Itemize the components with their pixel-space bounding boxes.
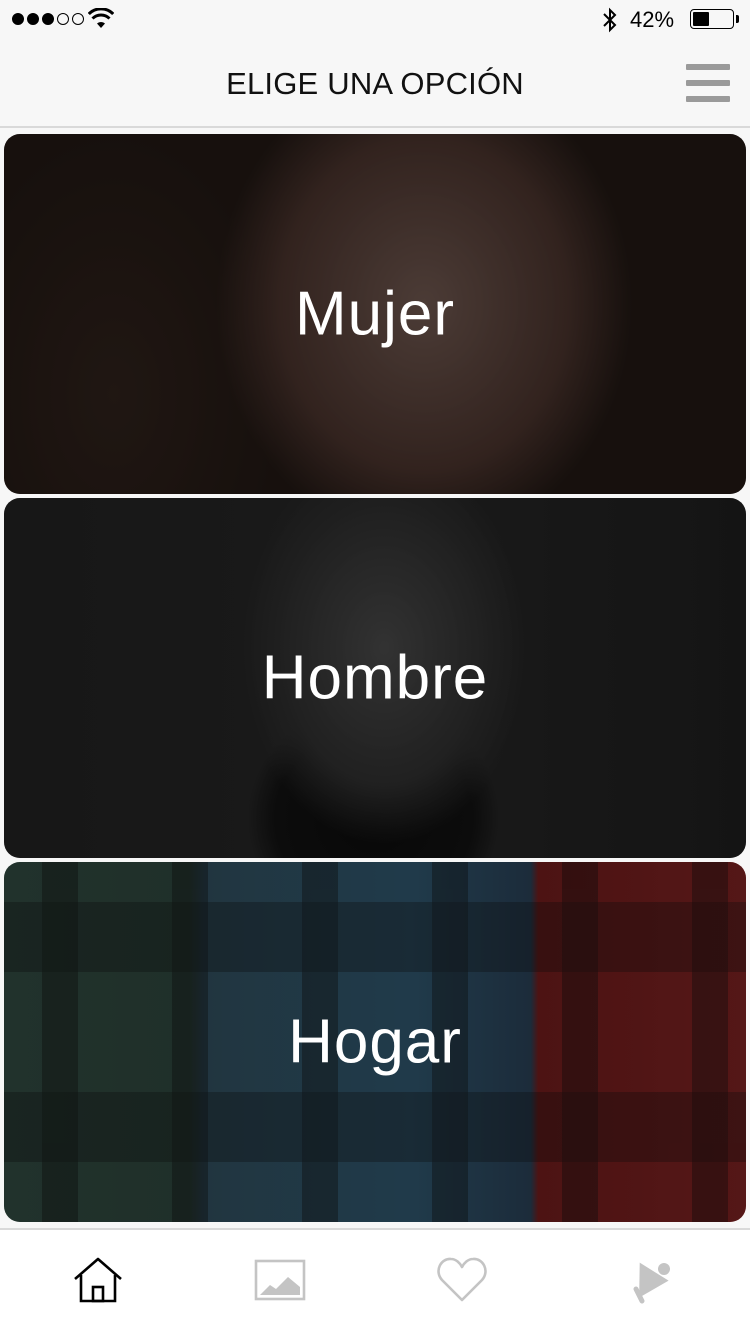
home-icon <box>74 1257 122 1303</box>
battery-icon <box>690 9 739 29</box>
megaphone-icon <box>633 1262 670 1304</box>
option-card-hogar[interactable]: Hogar <box>4 862 746 1222</box>
option-card-hombre[interactable]: Hombre <box>4 498 746 858</box>
heart-icon <box>437 1257 487 1302</box>
tab-favorites[interactable] <box>434 1254 490 1306</box>
battery-percentage: 42% <box>630 7 675 32</box>
wifi-icon <box>88 8 114 28</box>
option-label-hogar: Hogar <box>288 1007 462 1077</box>
hamburger-menu-icon[interactable] <box>686 64 730 102</box>
cellular-signal-icon <box>12 13 84 25</box>
tab-gallery[interactable] <box>252 1254 308 1306</box>
option-label-hombre: Hombre <box>261 643 489 713</box>
option-card-mujer[interactable]: Mujer <box>4 134 746 494</box>
image-icon <box>254 1259 306 1301</box>
option-label-mujer: Mujer <box>294 279 456 349</box>
bottom-tab-bar <box>0 1228 750 1326</box>
page-title: ELIGE UNA OPCIÓN <box>226 66 524 101</box>
header: ELIGE UNA OPCIÓN <box>0 40 750 128</box>
tab-home[interactable] <box>70 1254 126 1306</box>
tab-announcements[interactable] <box>620 1254 676 1306</box>
status-bar: 42% <box>0 0 750 40</box>
bluetooth-icon <box>603 7 617 33</box>
